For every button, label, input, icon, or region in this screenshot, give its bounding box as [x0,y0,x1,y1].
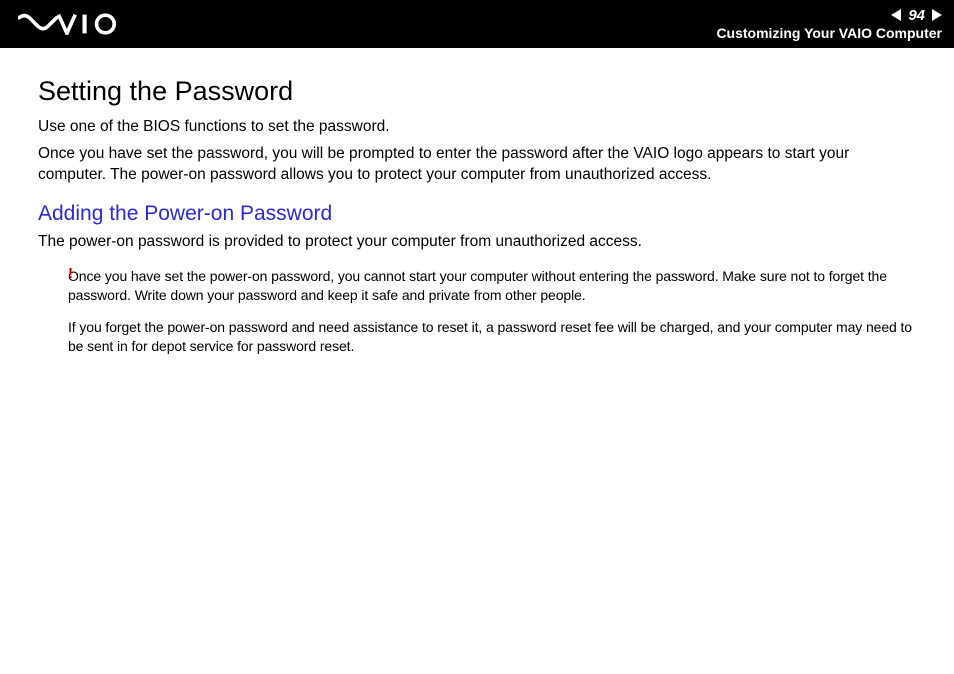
vaio-logo [18,13,122,35]
intro-paragraph-2: Once you have set the password, you will… [38,144,916,186]
next-page-arrow-icon[interactable] [932,9,942,21]
page-header: 94 Customizing Your VAIO Computer [0,0,954,48]
page-navigation: 94 [891,8,942,23]
page-content: Setting the Password Use one of the BIOS… [0,48,954,356]
section-title: Customizing Your VAIO Computer [716,25,942,41]
warning-note-1: Once you have set the power-on password,… [68,267,916,305]
intro-paragraph-1: Use one of the BIOS functions to set the… [38,117,916,138]
page-number: 94 [907,8,926,23]
sub-intro-paragraph: The power-on password is provided to pro… [38,232,916,253]
warning-note-2: If you forget the power-on password and … [68,318,916,356]
subheading: Adding the Power-on Password [38,202,916,226]
warning-icon: ! [68,265,73,282]
header-right: 94 Customizing Your VAIO Computer [716,0,942,48]
prev-page-arrow-icon[interactable] [891,9,901,21]
warning-block: ! Once you have set the power-on passwor… [38,267,916,357]
page-title: Setting the Password [38,76,916,107]
